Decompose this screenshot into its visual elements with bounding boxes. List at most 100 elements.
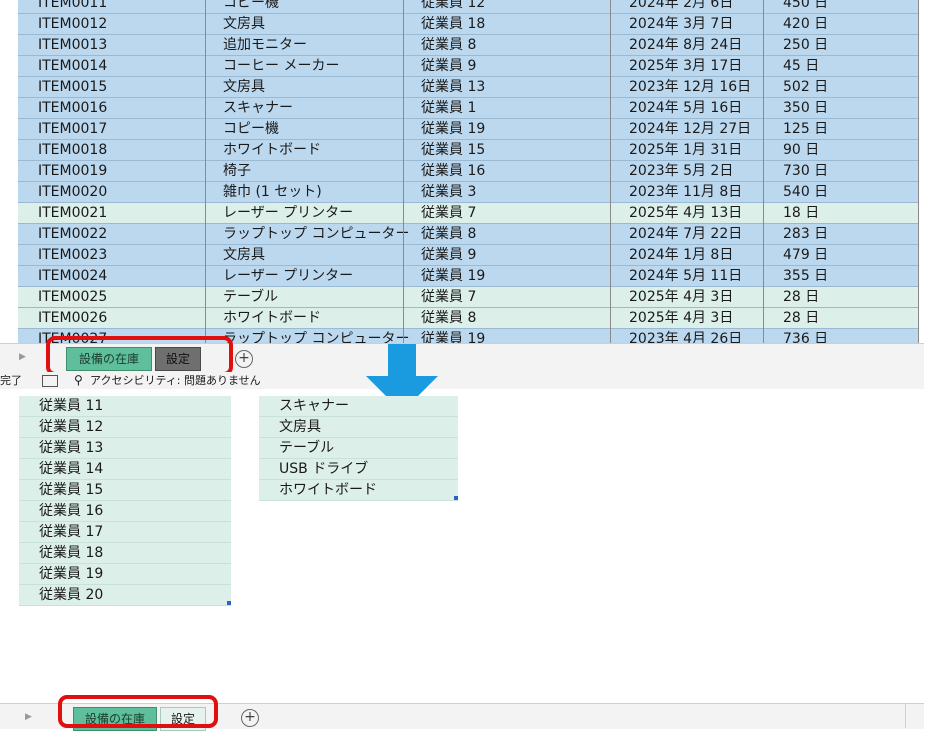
plus-circle-icon[interactable]: +	[241, 709, 259, 727]
cell-item-name[interactable]: 文房具	[223, 14, 265, 35]
table-row[interactable]: ITEM0017 コピー機 従業員 19 2024年 12月 27日 125 日	[18, 119, 919, 140]
table-row[interactable]: ITEM0025 テーブル 従業員 7 2025年 4月 3日 28 日	[18, 287, 919, 308]
cell-employee[interactable]: 従業員 13	[421, 77, 485, 98]
cell-employee[interactable]: 従業員 19	[421, 329, 485, 343]
plus-circle-icon[interactable]: +	[235, 350, 253, 368]
cell-days[interactable]: 479 日	[783, 245, 828, 266]
cell-item-name[interactable]: ホワイトボード	[223, 140, 321, 161]
cell-item-name[interactable]: ホワイトボード	[223, 308, 321, 329]
list-item[interactable]: 従業員 16	[19, 501, 231, 522]
cell-days[interactable]: 450 日	[783, 0, 828, 14]
list-item[interactable]: 従業員 14	[19, 459, 231, 480]
cell-item-id[interactable]: ITEM0015	[38, 77, 107, 98]
cell-item-name[interactable]: ラップトップ コンピューター	[223, 329, 409, 343]
table-row[interactable]: ITEM0012 文房具 従業員 18 2024年 3月 7日 420 日	[18, 14, 919, 35]
cell-item-name[interactable]: 文房具	[223, 245, 265, 266]
macro-icon[interactable]	[42, 375, 58, 387]
table-row[interactable]: ITEM0022 ラップトップ コンピューター 従業員 8 2024年 7月 22日 2…	[18, 224, 919, 245]
cell-item-name[interactable]: 文房具	[223, 77, 265, 98]
cell-item-id[interactable]: ITEM0025	[38, 287, 107, 308]
cell-item-name[interactable]: 追加モニター	[223, 35, 307, 56]
table-row[interactable]: ITEM0020 雑巾 (1 セット) 従業員 3 2023年 11月 8日 540 日	[18, 182, 919, 203]
cell-employee[interactable]: 従業員 18	[421, 14, 485, 35]
list-item[interactable]: USB ドライブ	[259, 459, 458, 480]
list-item[interactable]: スキャナー	[259, 396, 458, 417]
cell-employee[interactable]: 従業員 12	[421, 0, 485, 14]
cell-date[interactable]: 2024年 3月 7日	[629, 14, 733, 35]
cell-date[interactable]: 2024年 5月 11日	[629, 266, 742, 287]
cell-employee[interactable]: 従業員 7	[421, 287, 476, 308]
cell-date[interactable]: 2023年 12月 16日	[629, 77, 751, 98]
resize-handle[interactable]	[227, 601, 231, 605]
cell-days[interactable]: 283 日	[783, 224, 828, 245]
cell-item-name[interactable]: テーブル	[223, 287, 278, 308]
cell-days[interactable]: 502 日	[783, 77, 828, 98]
cell-date[interactable]: 2023年 5月 2日	[629, 161, 733, 182]
cell-item-id[interactable]: ITEM0022	[38, 224, 107, 245]
list-item[interactable]: 文房具	[259, 417, 458, 438]
cell-item-id[interactable]: ITEM0023	[38, 245, 107, 266]
cell-days[interactable]: 45 日	[783, 56, 819, 77]
cell-date[interactable]: 2024年 1月 8日	[629, 245, 733, 266]
cell-employee[interactable]: 従業員 8	[421, 224, 476, 245]
cell-days[interactable]: 420 日	[783, 14, 828, 35]
cell-employee[interactable]: 従業員 7	[421, 203, 476, 224]
list-item[interactable]: 従業員 11	[19, 396, 231, 417]
cell-item-name[interactable]: 雑巾 (1 セット)	[223, 182, 322, 203]
table-row[interactable]: ITEM0023 文房具 従業員 9 2024年 1月 8日 479 日	[18, 245, 919, 266]
cell-date[interactable]: 2025年 4月 3日	[629, 287, 733, 308]
cell-employee[interactable]: 従業員 8	[421, 35, 476, 56]
cell-item-name[interactable]: レーザー プリンター	[223, 203, 353, 224]
list-item[interactable]: ホワイトボード	[259, 480, 458, 501]
cell-item-id[interactable]: ITEM0021	[38, 203, 107, 224]
table-row[interactable]: ITEM0014 コーヒー メーカー 従業員 9 2025年 3月 17日 45 日	[18, 56, 919, 77]
cell-days[interactable]: 540 日	[783, 182, 828, 203]
cell-date[interactable]: 2024年 7月 22日	[629, 224, 742, 245]
cell-item-name[interactable]: コーヒー メーカー	[223, 56, 339, 77]
list-item[interactable]: 従業員 17	[19, 522, 231, 543]
cell-item-name[interactable]: コピー機	[223, 119, 279, 140]
cell-employee[interactable]: 従業員 8	[421, 308, 476, 329]
cell-days[interactable]: 250 日	[783, 35, 828, 56]
cell-item-id[interactable]: ITEM0017	[38, 119, 107, 140]
table-row[interactable]: ITEM0024 レーザー プリンター 従業員 19 2024年 5月 11日 355 …	[18, 266, 919, 287]
cell-item-id[interactable]: ITEM0018	[38, 140, 107, 161]
cell-date[interactable]: 2024年 2月 6日	[629, 0, 733, 14]
list-item[interactable]: 従業員 18	[19, 543, 231, 564]
resize-handle[interactable]	[454, 496, 458, 500]
cell-date[interactable]: 2023年 4月 26日	[629, 329, 742, 343]
cell-date[interactable]: 2025年 3月 17日	[629, 56, 742, 77]
cell-item-name[interactable]: 椅子	[223, 161, 251, 182]
cell-employee[interactable]: 従業員 3	[421, 182, 476, 203]
list-item[interactable]: 従業員 12	[19, 417, 231, 438]
cell-date[interactable]: 2023年 11月 8日	[629, 182, 742, 203]
cell-employee[interactable]: 従業員 1	[421, 98, 476, 119]
cell-item-name[interactable]: スキャナー	[223, 98, 293, 119]
cell-item-name[interactable]: レーザー プリンター	[223, 266, 353, 287]
cell-employee[interactable]: 従業員 9	[421, 245, 476, 266]
cell-item-id[interactable]: ITEM0020	[38, 182, 107, 203]
cell-item-id[interactable]: ITEM0026	[38, 308, 107, 329]
cell-days[interactable]: 28 日	[783, 308, 819, 329]
cell-date[interactable]: 2024年 8月 24日	[629, 35, 742, 56]
cell-date[interactable]: 2025年 1月 31日	[629, 140, 742, 161]
chevron-right-icon[interactable]: ▶	[25, 712, 32, 722]
cell-days[interactable]: 355 日	[783, 266, 828, 287]
table-row[interactable]: ITEM0026 ホワイトボード 従業員 8 2025年 4月 3日 28 日	[18, 308, 919, 329]
cell-employee[interactable]: 従業員 19	[421, 266, 485, 287]
table-row[interactable]: ITEM0021 レーザー プリンター 従業員 7 2025年 4月 13日 18 日	[18, 203, 919, 224]
cell-item-id[interactable]: ITEM0011	[38, 0, 107, 14]
cell-date[interactable]: 2024年 12月 27日	[629, 119, 751, 140]
cell-item-id[interactable]: ITEM0013	[38, 35, 107, 56]
cell-days[interactable]: 18 日	[783, 203, 819, 224]
cell-item-id[interactable]: ITEM0019	[38, 161, 107, 182]
table-row[interactable]: ITEM0015 文房具 従業員 13 2023年 12月 16日 502 日	[18, 77, 919, 98]
table-row[interactable]: ITEM0018 ホワイトボード 従業員 15 2025年 1月 31日 90 日	[18, 140, 919, 161]
cell-employee[interactable]: 従業員 19	[421, 119, 485, 140]
cell-date[interactable]: 2025年 4月 13日	[629, 203, 742, 224]
cell-item-id[interactable]: ITEM0016	[38, 98, 107, 119]
list-item[interactable]: 従業員 15	[19, 480, 231, 501]
cell-days[interactable]: 730 日	[783, 161, 828, 182]
list-item[interactable]: 従業員 13	[19, 438, 231, 459]
cell-date[interactable]: 2025年 4月 3日	[629, 308, 733, 329]
